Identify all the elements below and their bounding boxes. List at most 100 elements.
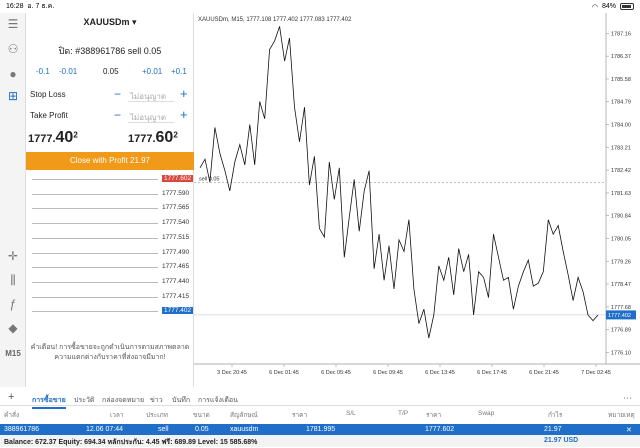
dom-price-label: 1777.565 — [162, 204, 190, 212]
column-header[interactable]: กำไร — [548, 410, 562, 420]
x-tick-label: 6 Dec 17:45 — [477, 370, 507, 376]
dom-price-label: 1777.540 — [162, 219, 190, 227]
chat-icon[interactable]: ● — [3, 65, 23, 83]
volume-row: -0.1 -0.01 0.05 +0.01 +0.1 — [26, 67, 194, 79]
tab-1[interactable]: ประวัติ — [74, 395, 94, 406]
terminal-tabs: + การซื้อขาย ประวัติ กล่องจดหมาย ข่าว บันทึก… — [0, 391, 640, 409]
dom-level-line — [32, 252, 158, 254]
row-close-icon[interactable]: ✕ — [626, 426, 632, 434]
current-price-label: 1777.402 — [608, 313, 631, 319]
candles-icon[interactable]: ⫼ — [3, 271, 23, 289]
tab-3[interactable]: ข่าว — [150, 395, 163, 406]
row-symbol: xauusdm — [230, 426, 259, 433]
bid-price: 1777.402 — [28, 129, 78, 146]
row-type: sell — [158, 426, 169, 433]
indicator-icon[interactable]: ƒ — [3, 295, 23, 313]
dom-price-label: 1777.402 — [162, 307, 194, 315]
volume-plus-small-button[interactable]: +0.01 — [142, 67, 162, 76]
column-header[interactable]: T/P — [398, 410, 408, 417]
column-header[interactable]: หมายเหตุ — [608, 410, 635, 420]
status-bar: 16:28 อ. 7 ธ.ค. ◠ 84% — [0, 0, 640, 13]
dom-price-label: 1777.440 — [162, 277, 190, 285]
column-header[interactable]: คำสั่ง — [4, 410, 19, 420]
timeframe-button[interactable]: M15 — [3, 344, 23, 362]
left-toolbar: ☰ ⚇ ● ⊞ ✛ ⫼ ƒ ◆ M15 — [0, 13, 26, 387]
column-header[interactable]: ราคา — [292, 410, 307, 420]
more-icon[interactable]: ⋯ — [623, 393, 632, 404]
volume-value[interactable]: 0.05 — [103, 67, 119, 76]
ask-price: 1777.602 — [128, 129, 178, 146]
battery-percent: 84% — [601, 3, 616, 10]
dom-price-label: 1777.465 — [162, 263, 190, 271]
wifi-icon: ◠ — [591, 3, 598, 11]
order-panel: XAUUSDm ▾ ปิด: #388961786 sell 0.05 -0.1… — [26, 13, 194, 387]
tab-4[interactable]: บันทึก — [172, 395, 190, 406]
symbol-selector[interactable]: XAUUSDm ▾ — [26, 17, 194, 28]
volume-plus-big-button[interactable]: +0.1 — [171, 67, 187, 76]
row-time: 12.06 07:44 — [86, 426, 123, 433]
take-profit-label: Take Profit — [30, 111, 68, 120]
x-tick-label: 6 Dec 01:45 — [269, 370, 299, 376]
y-tick-label: 1779.26 — [611, 259, 631, 265]
column-header[interactable]: สัญลักษณ์ — [230, 410, 258, 420]
take-profit-minus-button[interactable]: − — [114, 108, 121, 122]
stop-loss-row: Stop Loss − ไม่อนุญาต + — [30, 86, 190, 103]
list-icon[interactable]: ☰ — [3, 15, 23, 33]
depth-of-market: 1777.602 1777.590 1777.565 1777.540 1777.515… — [26, 173, 194, 328]
chart-canvas[interactable]: XAUUSDm, M15, 1777.108 1777.402 1777.083… — [194, 13, 640, 387]
row-profit: 21.97 — [544, 426, 562, 433]
total-profit: 21.97 USD — [544, 437, 579, 444]
person-icon[interactable]: ⚇ — [3, 40, 23, 58]
row-price-now: 1777.602 — [425, 426, 455, 433]
y-tick-label: 1783.21 — [611, 145, 631, 151]
y-tick-label: 1787.16 — [611, 31, 631, 37]
crosshair-icon[interactable]: ✛ — [3, 247, 23, 265]
new-order-icon[interactable]: ⊞ — [3, 87, 23, 105]
column-header[interactable]: Swap — [478, 410, 494, 417]
y-tick-label: 1784.00 — [611, 123, 631, 129]
stop-loss-minus-button[interactable]: − — [114, 87, 121, 101]
date: อ. 7 ธ.ค. — [27, 3, 55, 10]
trade-table-header: คำสั่ง เวลา ประเภท ขนาด สัญลักษณ์ ราคา S/L T/P ร… — [0, 408, 640, 420]
volume-minus-small-button[interactable]: -0.01 — [59, 67, 77, 76]
dom-level-line — [32, 311, 158, 313]
y-tick-label: 1780.84 — [611, 214, 631, 220]
add-icon[interactable]: + — [8, 391, 14, 403]
x-tick-label: 6 Dec 09:45 — [373, 370, 403, 376]
x-tick-label: 6 Dec 21:45 — [529, 370, 559, 376]
y-tick-label: 1781.63 — [611, 191, 631, 197]
column-header[interactable]: S/L — [346, 410, 356, 417]
column-header[interactable]: ประเภท — [146, 410, 168, 420]
dom-price-label: 1777.515 — [162, 233, 190, 241]
row-order: 388961786 — [4, 426, 40, 433]
shapes-icon[interactable]: ◆ — [3, 319, 23, 337]
dom-price-label: 1777.590 — [162, 189, 190, 197]
y-tick-label: 1784.79 — [611, 100, 631, 106]
tab-5[interactable]: การแจ้งเตือน — [198, 395, 238, 406]
dom-level-line — [32, 193, 158, 195]
clock: 16:28 — [6, 3, 24, 10]
tab-2[interactable]: กล่องจดหมาย — [102, 395, 144, 406]
column-header[interactable]: ขนาด — [193, 410, 210, 420]
take-profit-plus-button[interactable]: + — [180, 107, 188, 122]
close-with-profit-button[interactable]: Close with Profit 21.97 — [26, 152, 194, 170]
market-warning: คำเตือน! การซื้อขายจะถูกดำเนินการตามสภาพ… — [30, 344, 190, 361]
dom-level-line — [32, 296, 158, 298]
dom-price-label: 1777.602 — [162, 175, 194, 182]
stop-loss-label: Stop Loss — [30, 90, 66, 99]
volume-minus-big-button[interactable]: -0.1 — [36, 67, 50, 76]
dom-level-line — [32, 237, 158, 239]
column-header[interactable]: ราคา — [426, 410, 441, 420]
y-tick-label: 1782.42 — [611, 168, 631, 174]
x-tick-label: 6 Dec 05:45 — [321, 370, 351, 376]
row-size: 0.05 — [195, 426, 209, 433]
y-tick-label: 1786.37 — [611, 54, 631, 60]
tab-0[interactable]: การซื้อขาย — [32, 395, 66, 409]
y-tick-label: 1776.89 — [611, 328, 631, 334]
price-chart[interactable]: XAUUSDm, M15, 1777.108 1777.402 1777.083… — [194, 13, 640, 387]
column-header[interactable]: เวลา — [110, 410, 124, 420]
y-tick-label: 1777.68 — [611, 305, 631, 311]
row-price: 1781.995 — [306, 426, 336, 433]
chart-title: XAUUSDm, M15, 1777.108 1777.402 1777.083… — [198, 17, 352, 23]
stop-loss-plus-button[interactable]: + — [180, 86, 188, 101]
